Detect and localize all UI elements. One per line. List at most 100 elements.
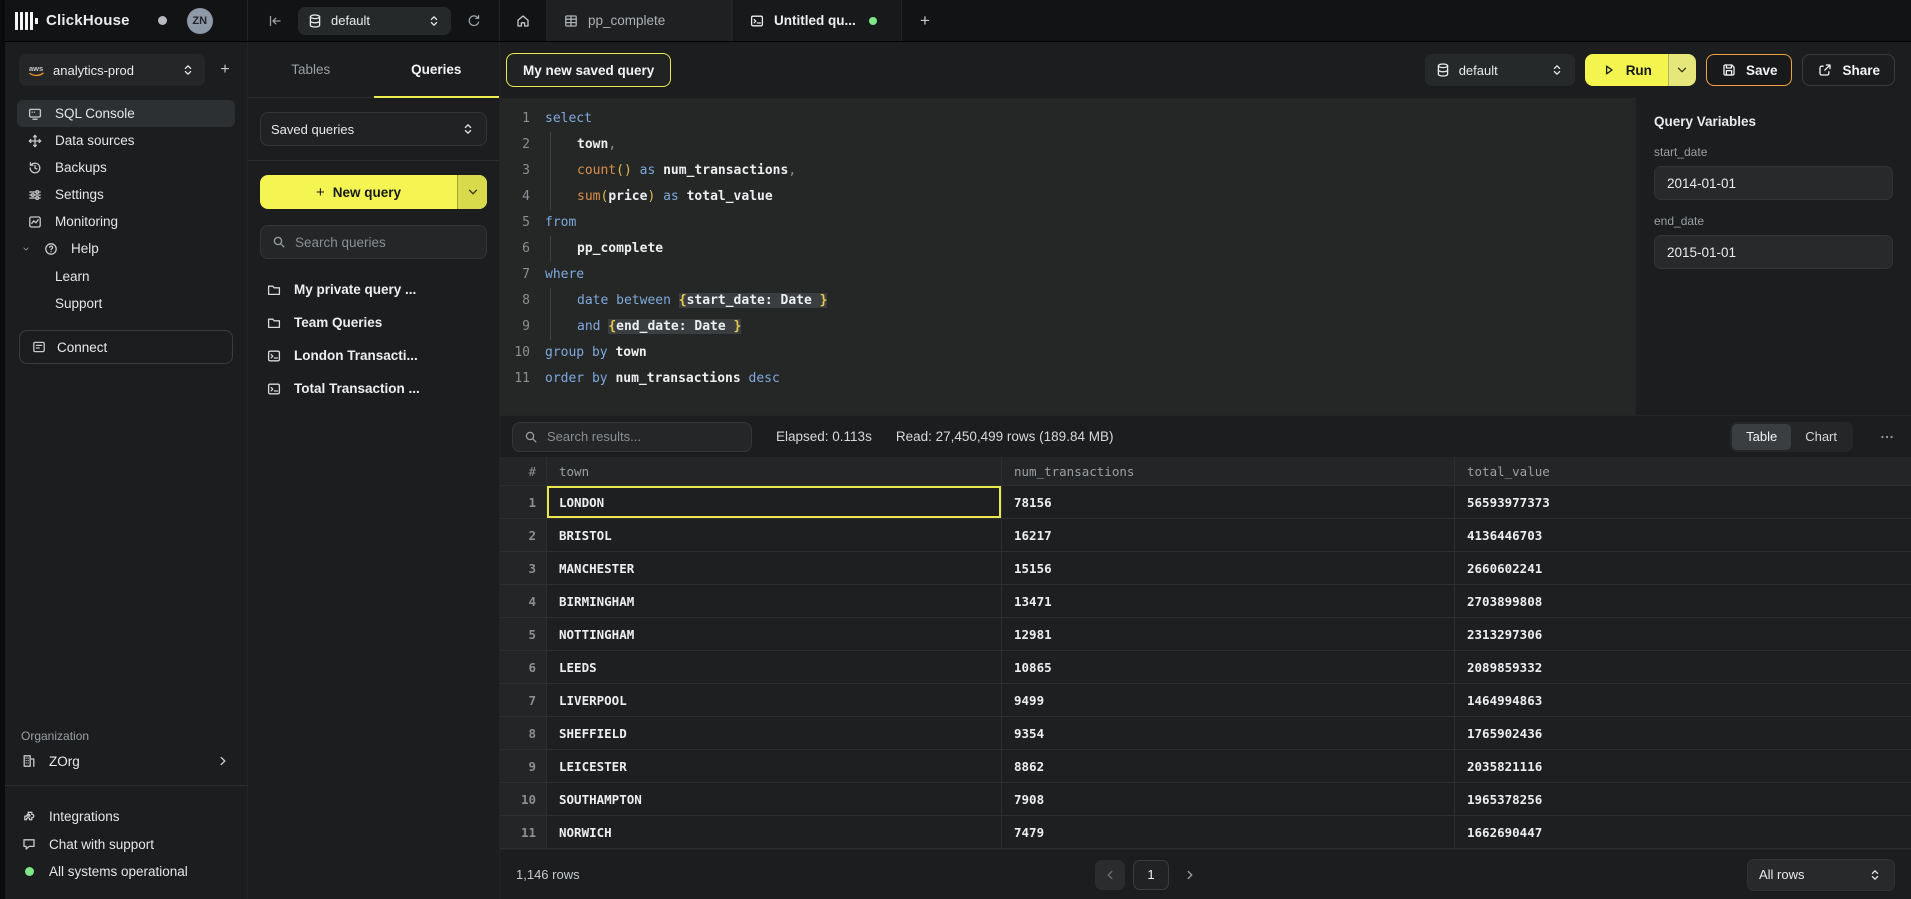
connect-button[interactable]: Connect <box>19 330 233 364</box>
system-status[interactable]: All systems operational <box>5 858 247 885</box>
table-cell[interactable]: 10865 <box>1002 651 1455 683</box>
organization-row[interactable]: ZOrg <box>5 753 247 785</box>
table-cell[interactable]: LEICESTER <box>547 750 1002 782</box>
table-cell[interactable]: 7908 <box>1002 783 1455 815</box>
table-cell[interactable]: LEEDS <box>547 651 1002 683</box>
table-cell[interactable]: 78156 <box>1002 486 1455 518</box>
search-results-input[interactable] <box>547 429 741 444</box>
table-cell[interactable]: 1662690447 <box>1455 816 1911 848</box>
table-cell[interactable]: SOUTHAMPTON <box>547 783 1002 815</box>
workspace-select[interactable]: aws analytics-prod <box>19 54 205 86</box>
table-cell[interactable]: 15156 <box>1002 552 1455 584</box>
table-cell[interactable]: 16217 <box>1002 519 1455 551</box>
view-chart-button[interactable]: Chart <box>1791 424 1851 450</box>
sidebar-item-backups[interactable]: Backups <box>17 154 235 181</box>
sidebar-item-support[interactable]: Support <box>17 290 235 317</box>
tab-tables[interactable]: Tables <box>248 42 374 97</box>
search-queries-input[interactable] <box>295 235 476 250</box>
code-line[interactable]: 2town, <box>500 132 1635 158</box>
saved-query-tab[interactable]: My new saved query <box>506 53 671 87</box>
table-cell[interactable]: 12981 <box>1002 618 1455 650</box>
code-line[interactable]: 1select <box>500 106 1635 132</box>
table-cell[interactable]: 1464994863 <box>1455 684 1911 716</box>
table-cell[interactable]: 2089859332 <box>1455 651 1911 683</box>
new-query-dropdown-button[interactable] <box>457 175 487 209</box>
saved-query-item[interactable]: My private query ... <box>260 273 487 306</box>
table-cell[interactable]: 8862 <box>1002 750 1455 782</box>
saved-query-item[interactable]: Total Transaction ... <box>260 372 487 405</box>
page-size-select[interactable]: All rows <box>1747 859 1895 891</box>
code-line[interactable]: 6pp_complete <box>500 236 1635 262</box>
table-cell[interactable]: NORWICH <box>547 816 1002 848</box>
add-service-button[interactable]: + <box>215 61 235 79</box>
save-button[interactable]: Save <box>1706 54 1793 86</box>
table-cell[interactable]: 1765902436 <box>1455 717 1911 749</box>
table-cell[interactable]: 2703899808 <box>1455 585 1911 617</box>
code-line[interactable]: 9and {end_date: Date } <box>500 314 1635 340</box>
table-cell[interactable]: 2660602241 <box>1455 552 1911 584</box>
table-cell[interactable]: 2313297306 <box>1455 618 1911 650</box>
next-page-button[interactable] <box>1177 860 1203 890</box>
start-date-input[interactable] <box>1654 166 1893 200</box>
column-header[interactable]: town <box>547 457 1002 485</box>
view-table-button[interactable]: Table <box>1732 424 1791 450</box>
column-header[interactable]: total_value <box>1455 457 1911 485</box>
table-cell[interactable]: LONDON <box>547 486 1002 518</box>
sidebar-item-data-sources[interactable]: Data sources <box>17 127 235 154</box>
refresh-icon <box>466 13 482 29</box>
run-button[interactable]: Run <box>1585 54 1668 86</box>
saved-query-item[interactable]: Team Queries <box>260 306 487 339</box>
table-cell[interactable]: BIRMINGHAM <box>547 585 1002 617</box>
code-line[interactable]: 8date between {start_date: Date } <box>500 288 1635 314</box>
code-line[interactable]: 4sum(price) as total_value <box>500 184 1635 210</box>
table-cell[interactable]: SHEFFIELD <box>547 717 1002 749</box>
sidebar-item-learn[interactable]: Learn <box>17 263 235 290</box>
collapse-sidebar-button[interactable] <box>262 8 288 34</box>
table-cell[interactable]: 9354 <box>1002 717 1455 749</box>
sidebar-item-monitoring[interactable]: Monitoring <box>17 208 235 235</box>
new-query-button[interactable]: +New query <box>260 175 487 209</box>
topbar-database-select[interactable]: default <box>298 7 451 35</box>
sidebar-item-sql-console[interactable]: SQL Console <box>17 100 235 127</box>
code-line[interactable]: 10group by town <box>500 340 1635 366</box>
end-date-input[interactable] <box>1654 235 1893 269</box>
column-header[interactable]: # <box>500 457 547 485</box>
table-cell[interactable]: LIVERPOOL <box>547 684 1002 716</box>
tab-pp-complete[interactable]: pp_complete <box>546 0 732 41</box>
previous-page-button[interactable] <box>1095 860 1125 890</box>
refresh-button[interactable] <box>461 8 487 34</box>
share-button[interactable]: Share <box>1802 54 1895 86</box>
new-tab-button[interactable]: + <box>902 0 948 41</box>
home-button[interactable] <box>500 0 546 41</box>
toolbar-database-select[interactable]: default <box>1425 54 1575 86</box>
table-cell[interactable]: 7479 <box>1002 816 1455 848</box>
tab-queries[interactable]: Queries <box>374 42 500 97</box>
sidebar-item-help[interactable]: Help <box>17 235 235 262</box>
table-cell[interactable]: 9499 <box>1002 684 1455 716</box>
saved-query-item[interactable]: London Transacti... <box>260 339 487 372</box>
code-line[interactable]: 7where <box>500 262 1635 288</box>
start-date-label: start_date <box>1654 145 1893 159</box>
code-line[interactable]: 11order by num_transactions desc <box>500 366 1635 392</box>
current-page[interactable]: 1 <box>1133 860 1169 890</box>
table-cell[interactable]: 1965378256 <box>1455 783 1911 815</box>
sidebar-item-integrations[interactable]: Integrations <box>5 802 247 830</box>
table-cell[interactable]: NOTTINGHAM <box>547 618 1002 650</box>
code-line[interactable]: 5from <box>500 210 1635 236</box>
more-options-button[interactable] <box>1879 429 1895 445</box>
code-line[interactable]: 3count() as num_transactions, <box>500 158 1635 184</box>
column-header[interactable]: num_transactions <box>1002 457 1455 485</box>
sql-editor[interactable]: 1select2town,3count() as num_transaction… <box>500 98 1635 415</box>
table-cell[interactable]: 13471 <box>1002 585 1455 617</box>
table-cell[interactable]: BRISTOL <box>547 519 1002 551</box>
table-cell[interactable]: 2035821116 <box>1455 750 1911 782</box>
table-cell[interactable]: 4136446703 <box>1455 519 1911 551</box>
avatar[interactable]: ZN <box>187 8 213 34</box>
table-cell[interactable]: MANCHESTER <box>547 552 1002 584</box>
sidebar-item-settings[interactable]: Settings <box>17 181 235 208</box>
sidebar-item-chat-support[interactable]: Chat with support <box>5 830 247 858</box>
saved-queries-filter-select[interactable]: Saved queries <box>260 112 487 146</box>
table-cell[interactable]: 56593977373 <box>1455 486 1911 518</box>
run-dropdown-button[interactable] <box>1668 54 1696 86</box>
tab-untitled-query[interactable]: Untitled qu... <box>732 0 902 41</box>
